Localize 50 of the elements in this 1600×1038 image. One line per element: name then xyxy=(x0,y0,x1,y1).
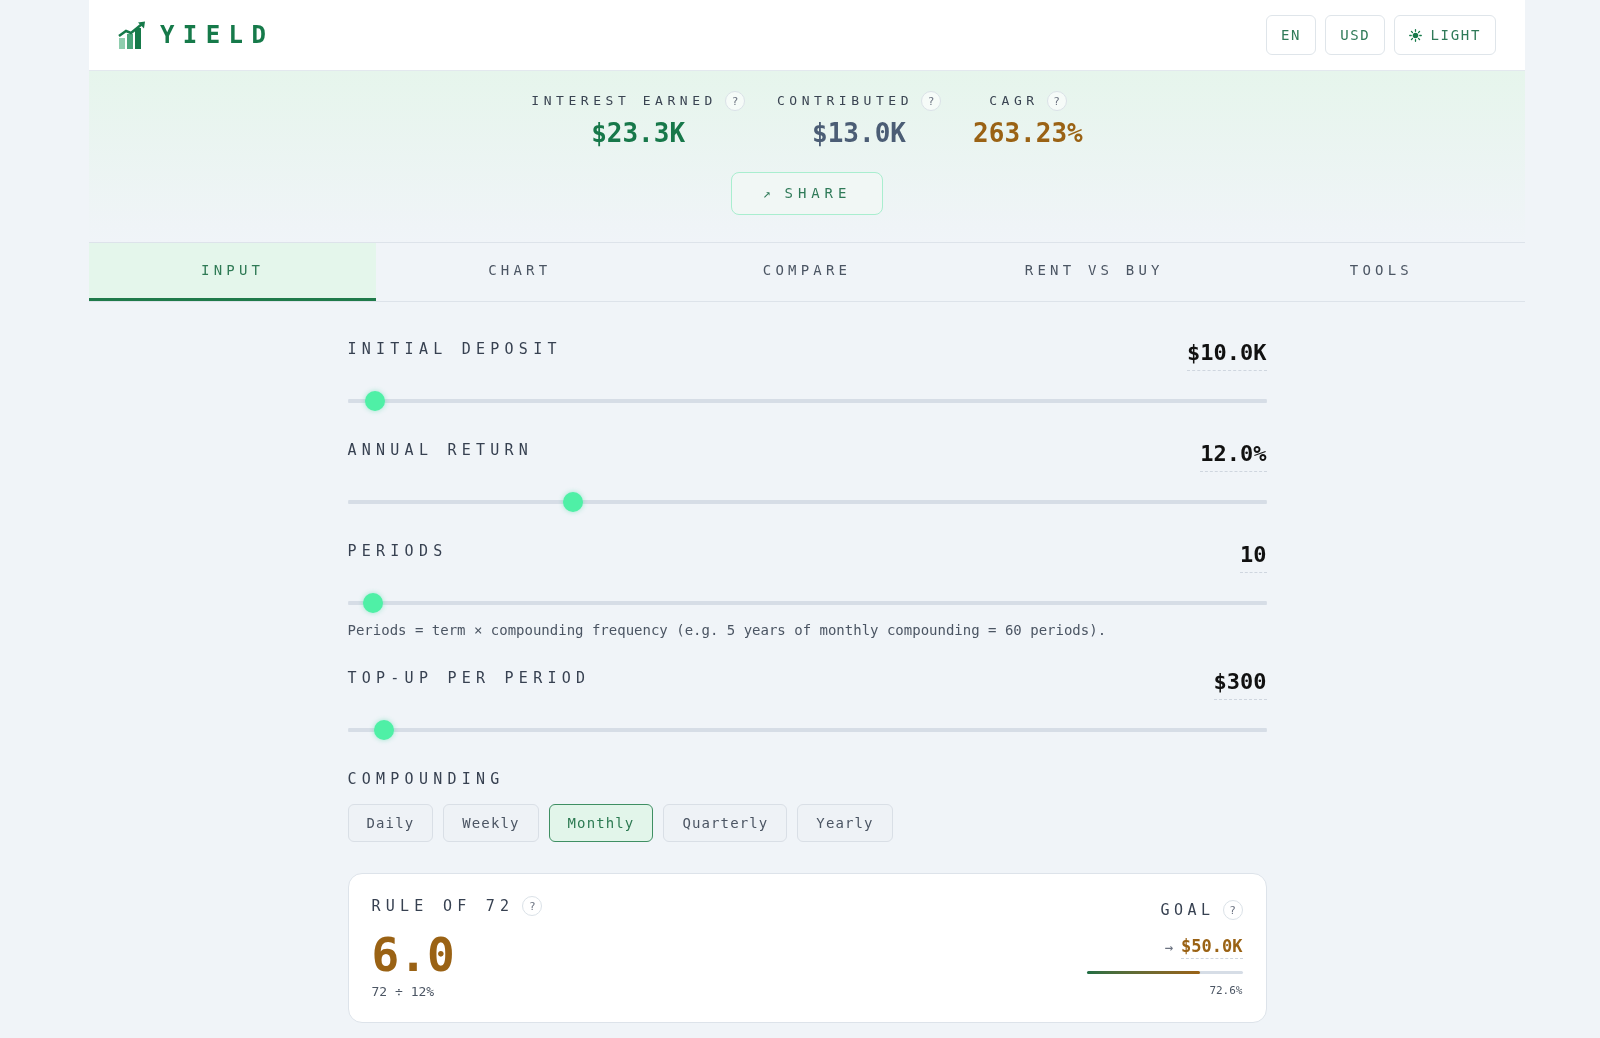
field-label: ANNUAL RETURN xyxy=(347,440,534,460)
arrow-icon: → xyxy=(1164,936,1174,958)
arrow-icon: ↗ xyxy=(762,183,771,204)
progress-reading: 72.6% xyxy=(1209,984,1243,998)
field-label: COMPOUNDING xyxy=(347,769,505,789)
card-label: RULE OF 72 xyxy=(371,896,515,916)
field-label: TOP-UP PER PERIOD xyxy=(347,668,591,688)
stat-label: INTEREST EARNED xyxy=(531,92,717,110)
option-button[interactable]: Quarterly xyxy=(663,804,788,842)
help-button[interactable]: ? xyxy=(921,91,942,111)
field-label: PERIODS xyxy=(347,541,448,561)
slider-thumb[interactable] xyxy=(374,720,395,740)
header-button[interactable]: EN xyxy=(1265,15,1317,55)
option-button[interactable]: Weekly xyxy=(443,804,539,842)
formula-text: 72 ÷ 12% xyxy=(371,984,435,1000)
help-button[interactable]: ? xyxy=(1222,900,1243,920)
slider-thumb[interactable] xyxy=(563,492,584,512)
sun-icon xyxy=(1409,28,1423,42)
goal-value-field[interactable]: $50.0K xyxy=(1181,935,1243,959)
tab[interactable]: CHART xyxy=(376,243,664,301)
brand-name: YIELD xyxy=(160,23,275,47)
tab[interactable]: COMPARE xyxy=(663,243,951,301)
stat-value: 263.23% xyxy=(973,118,1083,148)
stat-value: $23.3K xyxy=(591,118,686,148)
header-button[interactable]: USD xyxy=(1325,15,1386,55)
value-field[interactable]: $10.0K xyxy=(1187,339,1267,371)
field-label: INITIAL DEPOSIT xyxy=(347,339,562,359)
slider-thumb[interactable] xyxy=(365,391,386,411)
tab[interactable]: INPUT xyxy=(89,243,377,301)
option-button[interactable]: Monthly xyxy=(548,804,654,842)
tab[interactable]: TOOLS xyxy=(1237,243,1525,301)
slider-thumb[interactable] xyxy=(362,593,383,613)
option-button[interactable]: Yearly xyxy=(797,804,893,842)
help-button[interactable]: ? xyxy=(724,91,745,111)
stat-value: $13.0K xyxy=(812,118,906,148)
rule-value: 6.0 xyxy=(371,932,455,978)
tab[interactable]: RENT VS BUY xyxy=(950,243,1238,301)
option-button[interactable]: Daily xyxy=(347,804,434,842)
card-label: GOAL xyxy=(1160,900,1215,920)
share-button[interactable]: ↗ SHARE xyxy=(731,172,883,215)
theme-toggle-button[interactable]: LIGHT xyxy=(1394,15,1496,55)
stat-label: CAGR xyxy=(989,92,1039,110)
rising-bar-chart-icon xyxy=(118,21,148,49)
value-field[interactable]: 10 xyxy=(1240,541,1267,573)
helper-text: Periods = term × compounding frequency (e.g. 5 years of monthly compounding = 60 periods). xyxy=(347,621,1108,639)
help-button[interactable]: ? xyxy=(1046,91,1067,111)
stat-label: CONTRIBUTED xyxy=(776,92,914,110)
value-field[interactable]: $300 xyxy=(1213,668,1267,700)
value-field[interactable]: 12.0% xyxy=(1200,440,1267,472)
help-button[interactable]: ? xyxy=(522,896,543,916)
